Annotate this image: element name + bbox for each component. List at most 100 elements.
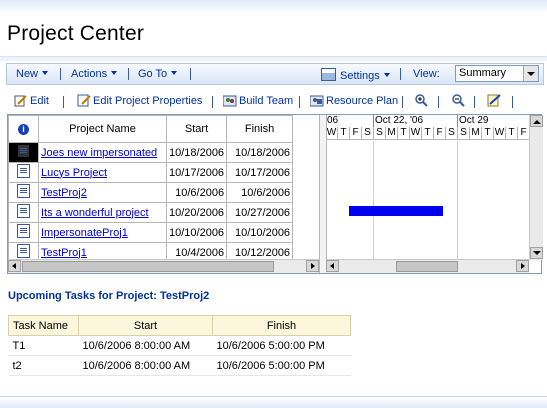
gantt-day-label: W — [326, 127, 337, 138]
column-header-start[interactable]: Start — [165, 115, 228, 143]
edit-button[interactable]: Edit — [14, 94, 49, 107]
window-bottom-gradient — [0, 396, 547, 408]
gantt-day-header: WTFSSMTWTFSSMTWTFSSM — [326, 127, 529, 140]
gantt-day-label: T — [397, 127, 409, 139]
task-name-cell: T1 — [8, 335, 79, 356]
edit-properties-icon — [77, 94, 91, 107]
view-label: View: — [413, 68, 440, 80]
view-select[interactable]: Summary — [455, 65, 539, 82]
chevron-down-icon — [42, 71, 49, 75]
project-link[interactable]: Lucys Project — [41, 167, 107, 179]
project-link[interactable]: TestProj2 — [41, 187, 87, 199]
goto-menu[interactable]: Go To — [138, 68, 178, 80]
new-menu[interactable]: New — [16, 68, 49, 80]
toolbar-separator — [402, 96, 403, 108]
gantt-day-label: M — [385, 127, 397, 139]
project-icon — [17, 224, 30, 238]
row-indicator[interactable] — [8, 202, 39, 223]
tasks-table-header: Task Name Start Finish — [8, 315, 351, 336]
table-row[interactable]: ImpersonateProj1 10/10/2006 10/10/2006 — [8, 222, 294, 243]
scroll-down-icon[interactable] — [530, 247, 543, 259]
row-indicator[interactable] — [8, 142, 39, 163]
info-column-header[interactable]: i — [8, 115, 39, 143]
gantt-day-label: F — [349, 127, 361, 139]
project-link[interactable]: ImpersonateProj1 — [41, 227, 128, 239]
gantt-week-label: Oct 29 — [459, 115, 489, 126]
project-icon — [17, 244, 30, 258]
gantt-week-header: 06 Oct 22, '06 Oct 29 — [326, 115, 529, 127]
gantt-horizontal-scrollbar[interactable] — [326, 259, 529, 273]
gantt-week-label: 06 — [327, 115, 339, 126]
start-cell: 10/6/2006 — [165, 182, 228, 203]
scroll-to-task-icon — [487, 94, 501, 107]
gantt-day-label: T — [337, 127, 349, 139]
pencil-icon — [14, 94, 28, 107]
gantt-day-label: W — [409, 127, 421, 139]
table-row[interactable]: Lucys Project 10/17/2006 10/17/2006 — [8, 162, 294, 183]
scroll-thumb[interactable] — [22, 261, 274, 272]
task-start-cell: 10/6/2006 8:00:00 AM — [78, 335, 213, 356]
row-indicator[interactable] — [8, 162, 39, 183]
resource-plan-button[interactable]: Resource Plan — [309, 94, 399, 107]
zoom-in-icon — [414, 94, 428, 107]
project-link[interactable]: Its a wonderful project — [41, 207, 149, 219]
column-header-project-name[interactable]: Project Name — [38, 115, 167, 143]
toolbar-separator — [512, 96, 513, 108]
project-icon — [17, 204, 30, 218]
zoom-out-button[interactable] — [451, 94, 467, 107]
page-title: Project Center — [7, 22, 145, 45]
scroll-left-icon[interactable] — [326, 260, 339, 272]
resource-plan-label: Resource Plan — [326, 95, 399, 107]
gantt-day-label: S — [457, 127, 469, 139]
zoom-in-button[interactable] — [414, 94, 430, 107]
build-team-label: Build Team — [239, 95, 294, 107]
settings-menu[interactable]: Settings — [321, 68, 390, 82]
actions-menu[interactable]: Actions — [71, 68, 118, 80]
task-name-cell: t2 — [8, 355, 79, 376]
go-to-task-button[interactable] — [487, 94, 503, 107]
row-indicator[interactable] — [8, 222, 39, 243]
task-finish-cell: 10/6/2006 5:00:00 PM — [212, 355, 351, 376]
project-name-cell: TestProj2 — [38, 182, 167, 203]
edit-project-properties-button[interactable]: Edit Project Properties — [77, 94, 202, 107]
column-header-finish[interactable]: Finish — [226, 115, 294, 143]
scroll-left-icon[interactable] — [8, 260, 21, 272]
gantt-vertical-scrollbar[interactable] — [529, 115, 543, 260]
project-link[interactable]: TestProj1 — [41, 247, 87, 259]
gantt-day-label: S — [445, 127, 457, 139]
gantt-task-bar[interactable] — [349, 206, 443, 216]
zoom-out-icon — [451, 94, 465, 107]
table-row[interactable]: TestProj2 10/6/2006 10/6/2006 — [8, 182, 294, 203]
gantt-day-label: T — [505, 127, 517, 139]
table-row: T1 10/6/2006 8:00:00 AM 10/6/2006 5:00:0… — [8, 335, 351, 356]
gantt-day-label: W — [493, 127, 505, 139]
toolbar-separator — [60, 68, 61, 80]
project-icon — [17, 164, 30, 178]
dropdown-arrow-icon[interactable] — [523, 66, 538, 81]
toolbar-separator — [212, 96, 213, 108]
scroll-right-icon[interactable] — [306, 260, 319, 272]
project-link[interactable]: Joes new impersonated — [41, 147, 157, 159]
build-team-button[interactable]: Build Team — [222, 94, 294, 107]
finish-cell: 10/10/2006 — [226, 222, 294, 243]
actions-menu-label: Actions — [71, 68, 108, 80]
scroll-thumb[interactable] — [396, 261, 458, 272]
finish-cell: 10/18/2006 — [226, 142, 294, 163]
toolbar-separator — [474, 96, 475, 108]
scroll-right-icon[interactable] — [516, 260, 529, 272]
scroll-up-icon[interactable] — [530, 115, 543, 127]
chevron-down-icon — [171, 71, 178, 75]
action-toolbar: Edit Edit Project Properties Build Team … — [6, 89, 544, 113]
gantt-gridline — [373, 141, 374, 260]
goto-menu-label: Go To — [138, 68, 168, 80]
grid-horizontal-scrollbar[interactable] — [8, 259, 319, 273]
table-row[interactable]: Its a wonderful project 10/20/2006 10/27… — [8, 202, 294, 223]
toolbar-separator — [128, 68, 129, 80]
edit-project-properties-label: Edit Project Properties — [93, 95, 203, 107]
chevron-down-icon — [383, 73, 390, 77]
row-indicator[interactable] — [8, 182, 39, 203]
table-row[interactable]: Joes new impersonated 10/18/2006 10/18/2… — [8, 142, 294, 163]
toolbar-separator — [63, 96, 64, 108]
project-name-cell: Its a wonderful project — [38, 202, 167, 223]
settings-menu-label: Settings — [340, 70, 380, 82]
